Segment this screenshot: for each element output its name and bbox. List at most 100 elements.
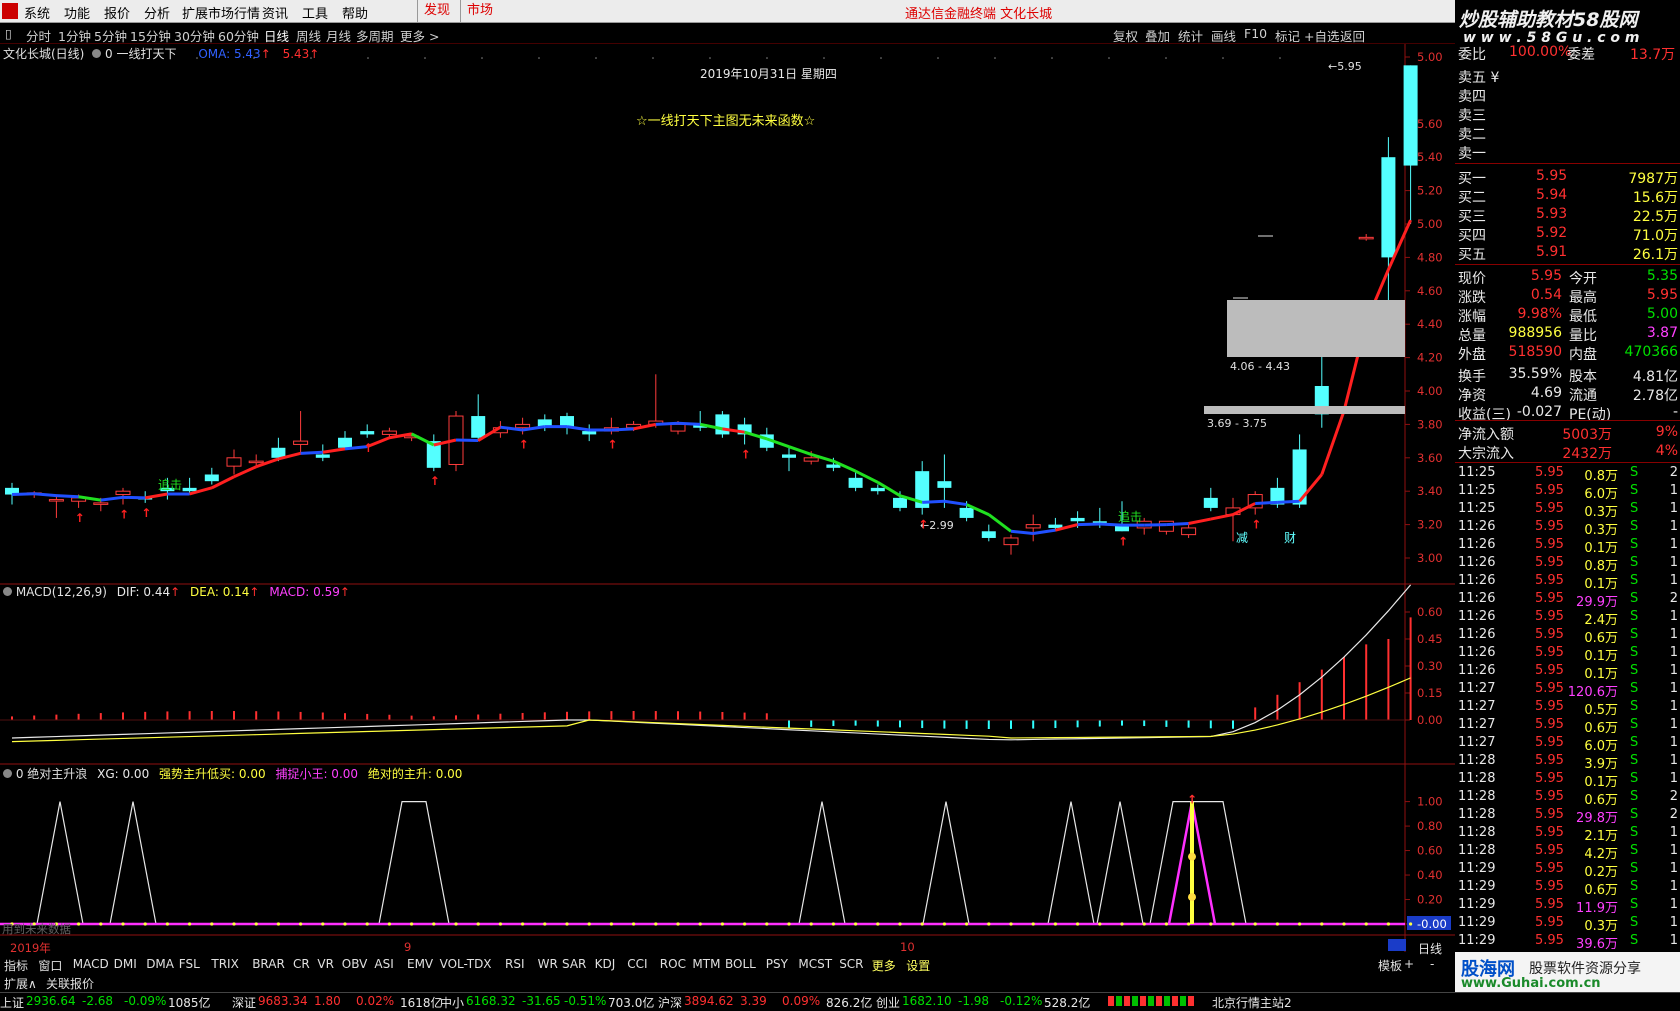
indicator-tab-25[interactable]: 更多 <box>872 957 896 974</box>
indicator-tab-20[interactable]: MTM <box>692 957 720 971</box>
macd-settings-icon[interactable] <box>3 587 12 596</box>
period-tab-1[interactable]: 1分钟 <box>58 26 91 45</box>
toolbar-right-3[interactable]: 画线 <box>1211 26 1236 45</box>
menu-item-7[interactable]: 帮助 <box>342 3 368 22</box>
bottom-right-1[interactable]: + <box>1404 957 1414 971</box>
menu-item-5[interactable]: 资讯 <box>262 3 288 22</box>
status-hs-0[interactable]: 沪深 <box>658 994 682 1011</box>
menu-item-3[interactable]: 分析 <box>144 3 170 22</box>
indicator-tab-14[interactable]: RSI <box>505 957 525 971</box>
indicator-tab-2[interactable]: MACD <box>73 957 109 971</box>
buy-price[interactable]: 5.92 <box>1536 225 1567 241</box>
tick-count: 1 <box>1669 753 1678 768</box>
tick-price: 5.95 <box>1535 825 1564 840</box>
indicator-tab-13[interactable]: VOL-TDX <box>440 957 492 971</box>
macd-title[interactable]: MACD(12,26,9) <box>16 585 107 599</box>
tick-price: 5.95 <box>1535 879 1564 894</box>
server-name[interactable]: 北京行情主站2 <box>1212 994 1292 1011</box>
buy-price[interactable]: 5.91 <box>1536 244 1567 260</box>
sell-label[interactable]: 卖三 <box>1458 105 1486 125</box>
toolbar-right-4[interactable]: F10 <box>1244 26 1267 41</box>
indicator-tab-5[interactable]: FSL <box>179 957 200 971</box>
candle-body <box>248 460 264 464</box>
formula-icon[interactable] <box>92 49 102 58</box>
period-tab-3[interactable]: 15分钟 <box>130 26 171 45</box>
indicator-tab-22[interactable]: PSY <box>766 957 788 971</box>
scroll-button[interactable] <box>1388 939 1406 951</box>
status-sh-0[interactable]: 上证 <box>0 994 24 1011</box>
bottom-right-2[interactable]: - <box>1430 957 1434 971</box>
toolbar-right-2[interactable]: 统计 <box>1178 26 1203 45</box>
indicator-tab-1[interactable]: 窗口 <box>38 957 62 974</box>
toolbar-menu-icon[interactable]: ▯ <box>5 26 12 41</box>
quote-value: 4.69 <box>1530 385 1562 401</box>
toolbar-right-0[interactable]: 复权 <box>1113 26 1138 45</box>
indicator-tab-15[interactable]: WR <box>538 957 558 971</box>
status-cy-0[interactable]: 创业 <box>876 994 900 1011</box>
xg-abs: 绝对的主升: 0.00 <box>367 767 463 781</box>
indicator-tab-0[interactable]: 指标 <box>4 957 28 974</box>
menu-market[interactable]: 市场 <box>460 0 499 22</box>
period-tab-8[interactable]: 月线 <box>326 26 351 45</box>
menu-item-1[interactable]: 功能 <box>64 3 90 22</box>
toolbar-right-1[interactable]: 叠加 <box>1145 26 1170 45</box>
sell-label[interactable]: 卖二 <box>1458 124 1486 144</box>
buy-price[interactable]: 5.94 <box>1536 187 1567 203</box>
sell-label[interactable]: 卖五 ¥ <box>1458 67 1499 87</box>
period-tab-6[interactable]: 日线 <box>264 26 289 45</box>
indicator-tab-8[interactable]: CR <box>293 957 310 971</box>
sell-label[interactable]: 卖一 <box>1458 143 1486 163</box>
indicator-tab-23[interactable]: MCST <box>798 957 832 971</box>
indicator-tab-9[interactable]: VR <box>317 957 334 971</box>
charts-area[interactable]: 5.00 5.60 5.40 5.20 5.00 4.80 4.60 4.40 4.20 4.00… <box>0 44 1455 952</box>
xg-baseline-dot <box>254 922 258 926</box>
toolbar-right-7[interactable]: 返回 <box>1340 26 1365 45</box>
period-tab-7[interactable]: 周线 <box>296 26 321 45</box>
toolbar-right-6[interactable]: +自选 <box>1304 26 1339 45</box>
xg-strong: 强势主升低买: 0.00 <box>159 767 266 781</box>
menu-item-0[interactable]: 系统 <box>24 3 50 22</box>
period-tab-2[interactable]: 5分钟 <box>94 26 127 45</box>
indicator-tab-24[interactable]: SCR <box>839 957 863 971</box>
status-sz-0[interactable]: 深证 <box>232 994 256 1011</box>
y-tick-label: 3.40 <box>1417 484 1443 498</box>
indicator-tab-7[interactable]: BRAR <box>252 957 285 971</box>
period-tab-5[interactable]: 60分钟 <box>218 26 259 45</box>
indicator-tab-21[interactable]: BOLL <box>725 957 756 971</box>
indicator-tab-18[interactable]: CCI <box>627 957 647 971</box>
status-sz-1: 9683.34 <box>258 994 308 1008</box>
indicator-tab-19[interactable]: ROC <box>660 957 686 971</box>
candle-body <box>715 414 730 435</box>
period-tab-10[interactable]: 更多 > <box>400 26 439 45</box>
extend-toggle[interactable]: 扩展∧ <box>4 975 37 992</box>
period-tab-0[interactable]: 分时 <box>26 26 51 45</box>
buy-price[interactable]: 5.93 <box>1536 206 1567 222</box>
buy-price[interactable]: 5.95 <box>1536 168 1567 184</box>
period-indicator[interactable]: 日线 <box>1418 940 1442 957</box>
indicator-tab-10[interactable]: OBV <box>342 957 368 971</box>
indicator-tab-6[interactable]: TRIX <box>211 957 238 971</box>
grid-dot <box>766 57 768 59</box>
menu-item-6[interactable]: 工具 <box>302 3 328 22</box>
period-tab-4[interactable]: 30分钟 <box>174 26 215 45</box>
menu-item-2[interactable]: 报价 <box>104 3 130 22</box>
status-zx-0[interactable]: 中小 <box>440 994 464 1011</box>
related-quote-tab[interactable]: 关联报价 <box>46 975 94 992</box>
indicator-tab-26[interactable]: 设置 <box>906 957 930 974</box>
formula-name[interactable]: 0 一线打天下 <box>105 47 176 61</box>
period-tab-9[interactable]: 多周期 <box>356 26 394 45</box>
menu-discover[interactable]: 发现 <box>417 0 456 22</box>
sell-label[interactable]: 卖四 <box>1458 86 1486 106</box>
indicator-tab-17[interactable]: KDJ <box>595 957 616 971</box>
xg-title[interactable]: 0 绝对主升浪 <box>16 767 87 781</box>
indicator-tab-11[interactable]: ASI <box>374 957 393 971</box>
xg-baseline-dot <box>365 922 369 926</box>
indicator-tab-4[interactable]: DMA <box>146 957 174 971</box>
bottom-right-0[interactable]: 模板 <box>1378 957 1402 974</box>
xg-settings-icon[interactable] <box>3 769 12 778</box>
menu-item-4[interactable]: 扩展市场行情 <box>182 3 260 22</box>
indicator-tab-3[interactable]: DMI <box>114 957 137 971</box>
toolbar-right-5[interactable]: 标记 <box>1275 26 1300 45</box>
indicator-tab-12[interactable]: EMV <box>407 957 433 971</box>
indicator-tab-16[interactable]: SAR <box>562 957 586 971</box>
